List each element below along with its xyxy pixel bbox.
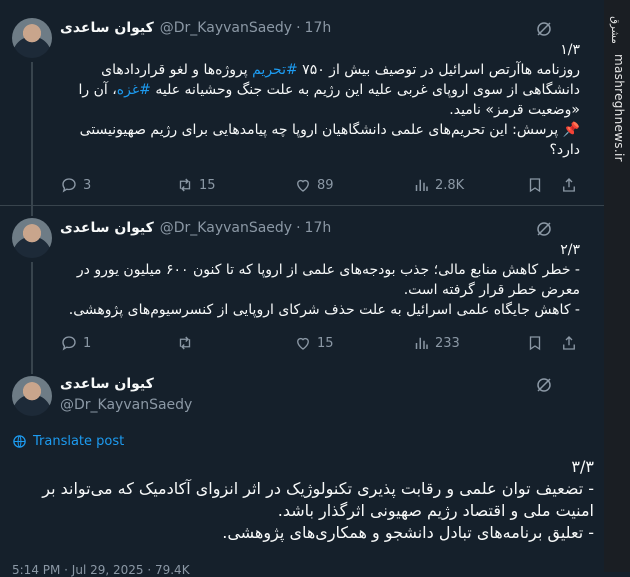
grok-icon[interactable] [535, 376, 553, 394]
repost-button[interactable]: 15 [176, 176, 216, 194]
separator-dot: · [296, 20, 301, 36]
views-count: 2.8K [435, 177, 465, 193]
author-handle[interactable]: @Dr_KayvanSaedy [60, 397, 192, 413]
views-button[interactable]: 233 [412, 334, 460, 352]
like-button[interactable]: 89 [294, 176, 334, 194]
author-handle[interactable]: @Dr_KayvanSaedy [160, 20, 292, 36]
author-name[interactable]: کیوان ساعدی [60, 220, 154, 236]
translate-label: Translate post [33, 434, 125, 449]
tweet-1[interactable]: کیوان ساعدی @Dr_KayvanSaedy · 17h ۱/۳ رو… [0, 0, 604, 212]
tweet-header: کیوان ساعدی @Dr_KayvanSaedy · 17h [60, 218, 331, 238]
tweet-timestamp[interactable]: 5:14 PM · Jul 29, 2025 · 79.4K [12, 563, 190, 577]
svg-text:مشرق: مشرق [609, 16, 620, 44]
views-button[interactable]: 2.8K [412, 176, 464, 194]
share-icon [563, 178, 575, 192]
thread-number: ۲/۳ [560, 242, 580, 258]
share-button[interactable] [560, 176, 583, 194]
reply-icon [62, 178, 76, 193]
text-part: روزنامه هاآرتص اسرائیل در توصیف بیش از ۷… [297, 62, 580, 78]
hashtag-link[interactable]: #غزه [117, 82, 151, 98]
author-handle[interactable]: @Dr_KayvanSaedy [160, 220, 292, 236]
text-part: - خطر کاهش منابع مالی؛ جذب بودجه‌های علم… [68, 262, 580, 318]
like-button[interactable]: 15 [294, 334, 334, 352]
thread-line [31, 262, 33, 366]
hashtag-link[interactable]: #تحریم [252, 62, 298, 78]
reply-count: 3 [83, 177, 92, 193]
tweet-text: ۱/۳ روزنامه هاآرتص اسرائیل در توصیف بیش … [60, 40, 580, 160]
author-name[interactable]: کیوان ساعدی [60, 20, 154, 36]
grok-icon[interactable] [535, 20, 553, 38]
bookmark-button[interactable] [526, 334, 549, 352]
views-icon [415, 337, 428, 349]
thread-line [31, 62, 33, 212]
tweet-text: ۲/۳ - خطر کاهش منابع مالی؛ جذب بودجه‌های… [60, 240, 580, 320]
author-handle-row: @Dr_KayvanSaedy [60, 395, 192, 415]
reply-button[interactable]: 3 [60, 176, 91, 194]
heart-icon [297, 337, 309, 350]
thread-line [31, 206, 33, 216]
action-bar: 3 15 89 2.8K [60, 176, 580, 196]
tweet-2[interactable]: کیوان ساعدی @Dr_KayvanSaedy · 17h ۲/۳ - … [0, 206, 604, 366]
repost-icon [179, 336, 191, 350]
reply-button[interactable]: 1 [60, 334, 91, 352]
tweet-time[interactable]: 17h [305, 220, 332, 236]
separator-dot: · [296, 220, 301, 236]
author-name-row: کیوان ساعدی [60, 374, 160, 394]
thread-number: ۳/۳ [571, 457, 594, 476]
share-icon [563, 336, 575, 350]
repost-icon [179, 178, 191, 192]
action-bar: 1 15 233 [60, 334, 580, 354]
views-count: 233 [435, 335, 460, 351]
pin-icon: 📌 [562, 122, 580, 138]
author-name[interactable]: کیوان ساعدی [60, 376, 154, 392]
avatar[interactable] [12, 218, 52, 258]
tweet-time[interactable]: 17h [305, 20, 332, 36]
question-text: پرسش: این تحریم‌های علمی دانشگاهیان اروپ… [75, 122, 580, 158]
repost-count: 15 [199, 177, 216, 193]
bookmark-icon [529, 336, 541, 351]
heart-icon [297, 179, 309, 192]
avatar[interactable] [12, 18, 52, 58]
avatar[interactable] [12, 376, 52, 416]
repost-button[interactable] [176, 334, 199, 352]
globe-icon [13, 435, 26, 448]
site-url: mashreghnews.ir [612, 54, 626, 162]
thread-number: ۱/۳ [560, 42, 580, 58]
translate-post-link[interactable]: Translate post [12, 434, 124, 449]
text-part: - تضعیف توان علمی و رقابت پذیری تکنولوژی… [42, 479, 594, 542]
bookmark-icon [529, 178, 541, 193]
thread-line [31, 366, 33, 374]
bookmark-button[interactable] [526, 176, 549, 194]
grok-icon[interactable] [535, 220, 553, 238]
main-tweet-text: ۳/۳ - تضعیف توان علمی و رقابت پذیری تکنو… [12, 456, 594, 544]
tweet-header: کیوان ساعدی @Dr_KayvanSaedy · 17h [60, 18, 331, 38]
reply-count: 1 [83, 335, 92, 351]
reply-icon [62, 336, 76, 351]
share-button[interactable] [560, 334, 583, 352]
watermark-sidebar: مشرق mashreghnews.ir [604, 0, 630, 572]
like-count: 89 [317, 177, 334, 193]
views-icon [415, 179, 428, 191]
like-count: 15 [317, 335, 334, 351]
mashregh-logo: مشرق [609, 16, 620, 44]
